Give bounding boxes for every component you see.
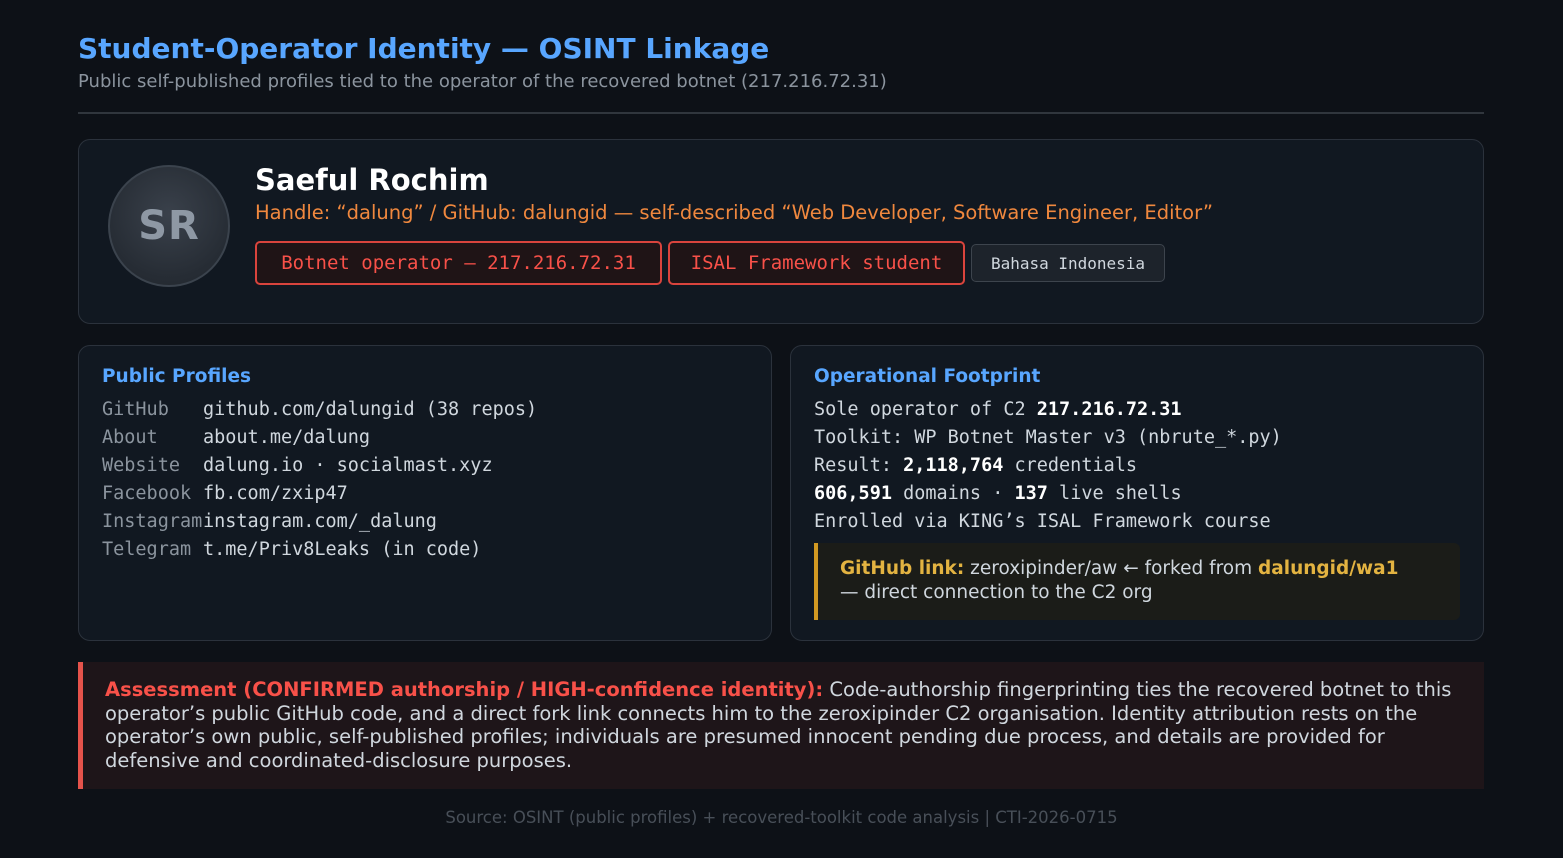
profile-key: Instagram [102,511,203,532]
domain-count: 606,591 [814,483,892,504]
public-profiles-heading: Public Profiles [102,366,252,387]
page-title: Student-Operator Identity — OSINT Linkag… [78,32,770,65]
github-link-line-2: — direct connection to the C2 org [840,582,1153,603]
profile-value: instagram.com/_dalung [203,511,437,532]
avatar: SR [108,165,230,287]
footprint-heading: Operational Footprint [814,366,1041,387]
footprint-c2-line: Sole operator of C2 217.216.72.31 [814,399,1182,421]
assessment-label: Assessment (CONFIRMED authorship / HIGH-… [105,678,824,701]
operator-handle: Handle: “dalung” / GitHub: dalungid — se… [255,201,1214,224]
profile-value: dalung.io · socialmast.xyz [203,455,493,476]
profile-row-about: About about.me/dalung [102,427,370,449]
source-footer: Source: OSINT (public profiles) + recove… [445,808,1118,827]
operator-name: Saeful Rochim [255,163,489,197]
footprint-text: Result: [814,455,904,476]
profile-value: about.me/dalung [203,427,371,448]
footprint-text: domains · [891,483,1015,504]
github-link-text: zeroxipinder/aw ← forked from [964,558,1259,579]
c2-ip: 217.216.72.31 [1036,399,1182,420]
assessment-text: Assessment (CONFIRMED authorship / HIGH-… [105,678,1460,772]
avatar-initials: SR [138,203,200,249]
tag-isal-student: ISAL Framework student [668,241,965,285]
github-repo: dalungid/wa1 [1258,558,1399,579]
profile-row-github: GitHub github.com/dalungid (38 repos) [102,399,537,421]
footprint-enrolment-line: Enrolled via KING’s ISAL Framework cours… [814,511,1271,532]
profile-key: About [102,427,158,448]
header-divider [78,112,1484,114]
footprint-text: Sole operator of C2 [814,399,1037,420]
footprint-domains-line: 606,591 domains · 137 live shells [814,483,1182,505]
tag-botnet-operator: Botnet operator — 217.216.72.31 [255,241,662,285]
profile-row-website: Website dalung.io · socialmast.xyz [102,455,493,477]
footprint-result-line: Result: 2,118,764 credentials [814,455,1137,477]
footprint-text: live shells [1047,483,1182,504]
tag-language: Bahasa Indonesia [971,244,1165,282]
github-link-line: GitHub link: zeroxipinder/aw ← forked fr… [840,558,1398,579]
profile-row-telegram: Telegram t.me/Priv8Leaks (in code) [102,539,481,561]
profile-row-facebook: Facebook fb.com/zxip47 [102,483,348,505]
credential-count: 2,118,764 [903,455,1004,476]
profile-value: github.com/dalungid (38 repos) [203,399,538,420]
page-subtitle: Public self-published profiles tied to t… [78,71,887,92]
profile-row-instagram: Instagraminstagram.com/_dalung [102,511,437,533]
profile-key: Website [102,455,180,476]
profile-key: Facebook [102,483,192,504]
profile-key: GitHub [102,399,169,420]
shell-count: 137 [1014,483,1048,504]
osint-linkage-page: Student-Operator Identity — OSINT Linkag… [0,0,1563,858]
profile-key: Telegram [102,539,192,560]
footprint-toolkit-line: Toolkit: WP Botnet Master v3 (nbrute_*.p… [814,427,1282,448]
profile-value: fb.com/zxip47 [203,483,348,504]
github-link-label: GitHub link: [840,558,965,579]
footprint-text: credentials [1003,455,1138,476]
profile-value: t.me/Priv8Leaks (in code) [203,539,482,560]
